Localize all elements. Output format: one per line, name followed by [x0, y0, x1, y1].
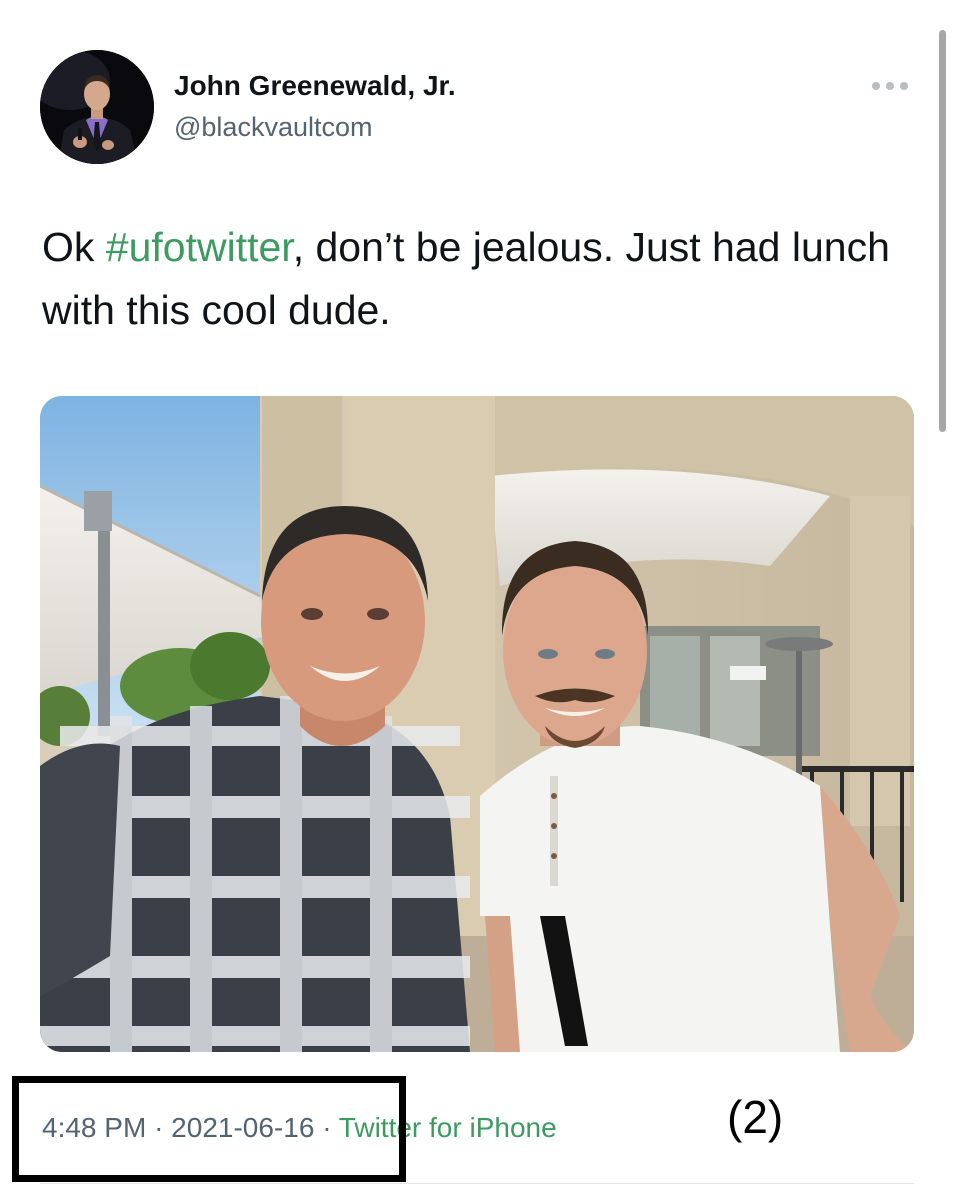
tweet-date[interactable]: 2021-06-16	[171, 1112, 314, 1143]
tweet-source-link[interactable]: Twitter for iPhone	[339, 1112, 557, 1143]
divider	[40, 1183, 914, 1184]
meta-separator: ·	[322, 1112, 332, 1143]
avatar-photo	[40, 50, 154, 164]
annotation-label: (2)	[727, 1091, 784, 1143]
avatar[interactable]	[40, 50, 154, 164]
more-dots-icon	[872, 82, 908, 90]
scrollbar[interactable]	[939, 30, 946, 432]
selfie-photo	[40, 396, 914, 1052]
tweet-meta: 4:48 PM · 2021-06-16 · Twitter for iPhon…	[42, 1112, 557, 1144]
tweet-text: Ok #ufotwitter, don’t be jealous. Just h…	[42, 216, 892, 342]
tweet-time[interactable]: 4:48 PM	[42, 1112, 146, 1143]
tweet-text-start: Ok	[42, 224, 106, 270]
user-handle[interactable]: @blackvaultcom	[174, 112, 372, 143]
hashtag-link[interactable]: #ufotwitter	[106, 224, 293, 270]
tweet-photo[interactable]	[40, 396, 914, 1052]
meta-separator: ·	[154, 1112, 164, 1143]
display-name[interactable]: John Greenewald, Jr.	[174, 70, 456, 102]
more-options-button[interactable]	[868, 72, 912, 100]
